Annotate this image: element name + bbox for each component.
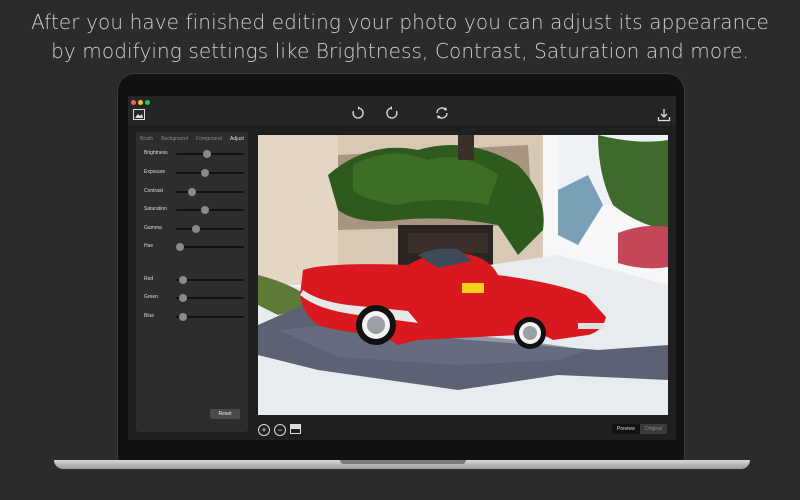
red-slider[interactable] [176, 276, 244, 284]
slider-row-brightness: Brightness [144, 149, 244, 159]
gamma-label: Gamma [144, 225, 162, 231]
headline-line-1: After you have finished editing your pho… [31, 10, 769, 34]
contrast-slider[interactable] [176, 188, 244, 196]
red-knob[interactable] [178, 276, 187, 284]
panel-tabs: Brush Background Foreground Adjust [136, 134, 248, 144]
hue-knob[interactable] [176, 243, 184, 251]
blue-slider[interactable] [176, 313, 244, 321]
tab-adjust[interactable]: Adjust [230, 134, 244, 144]
brightness-slider[interactable] [176, 150, 244, 158]
green-slider[interactable] [176, 294, 244, 302]
refresh-icon[interactable] [434, 106, 450, 122]
headline: After you have finished editing your pho… [0, 8, 800, 66]
original-button[interactable]: Original [640, 424, 667, 434]
photo-canvas[interactable] [258, 135, 668, 415]
tab-background[interactable]: Background [161, 134, 188, 144]
view-mode-toggle: Preview Original [612, 424, 668, 434]
slider-row-gamma: Gamma [144, 224, 244, 234]
saturation-label: Saturation [144, 206, 167, 212]
green-label: Green [144, 294, 158, 300]
adjust-panel: Brush Background Foreground Adjust Brigh… [136, 132, 248, 432]
exposure-slider[interactable] [176, 169, 244, 177]
slider-row-red: Red [144, 275, 244, 285]
slider-row-green: Green [144, 293, 244, 303]
bottom-bar: + − Preview Original [128, 418, 668, 440]
hue-slider[interactable] [176, 243, 244, 251]
slider-row-contrast: Contrast [144, 187, 244, 197]
gamma-slider[interactable] [176, 225, 244, 233]
image-icon[interactable] [131, 109, 147, 125]
laptop-notch [340, 460, 466, 464]
minimize-window-button[interactable] [138, 100, 143, 105]
redo-icon[interactable] [384, 106, 400, 122]
image-icon-glyph [133, 109, 145, 120]
exposure-label: Exposure [144, 169, 166, 175]
zoom-window-button[interactable] [145, 100, 150, 105]
tab-foreground[interactable]: Foreground [196, 134, 222, 144]
hue-label: Hue [144, 243, 154, 249]
slider-row-exposure: Exposure [144, 168, 244, 178]
green-knob[interactable] [178, 294, 187, 302]
blue-label: Blue [144, 313, 155, 319]
close-window-button[interactable] [131, 100, 136, 105]
contrast-label: Contrast [144, 188, 163, 194]
zoom-out-icon[interactable]: − [274, 424, 286, 436]
red-label: Red [144, 276, 154, 282]
blue-knob[interactable] [178, 313, 187, 321]
download-icon[interactable] [656, 108, 672, 124]
slider-row-hue: Hue [144, 242, 244, 252]
contrast-knob[interactable] [187, 188, 196, 196]
headline-line-2: by modifying settings like Brightness, C… [51, 39, 749, 63]
slider-row-blue: Blue [144, 312, 244, 322]
saturation-slider[interactable] [176, 206, 244, 214]
exposure-knob[interactable] [201, 169, 210, 177]
undo-icon[interactable] [350, 106, 366, 122]
toolbar [128, 96, 676, 127]
saturation-knob[interactable] [201, 206, 210, 214]
brightness-label: Brightness [144, 150, 168, 156]
tab-brush[interactable]: Brush [140, 134, 153, 144]
preview-button[interactable]: Preview [612, 424, 640, 434]
slider-row-saturation: Saturation [144, 205, 244, 215]
app-window: Brush Background Foreground Adjust Brigh… [128, 96, 676, 440]
fit-to-screen-icon[interactable] [290, 424, 301, 434]
gamma-knob[interactable] [192, 225, 201, 233]
edited-photo [258, 135, 668, 415]
brightness-knob[interactable] [202, 150, 211, 158]
zoom-in-icon[interactable]: + [258, 424, 270, 436]
